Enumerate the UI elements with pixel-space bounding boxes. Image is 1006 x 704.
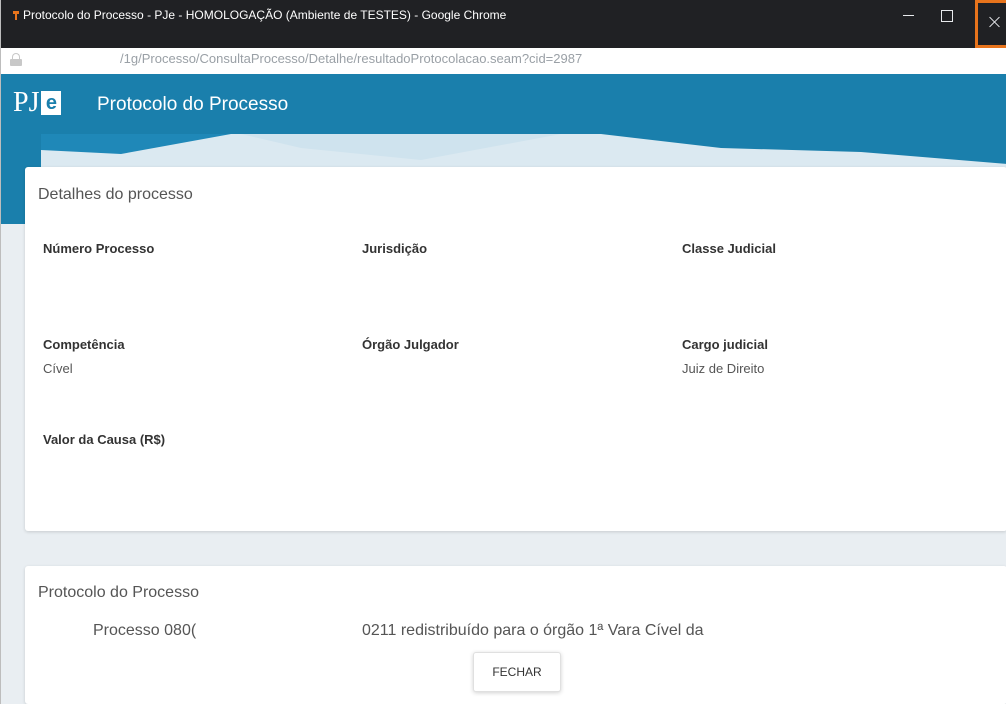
title-bar: Protocolo do Processo - PJe - HOMOLOGAÇÃ… (1, 0, 1006, 66)
field-value-competencia: Cível (43, 361, 73, 376)
logo-pj-text: PJ (13, 87, 40, 118)
protocol-title: Protocolo do Processo (38, 584, 199, 601)
app-header: PJ e Protocolo do Processo (1, 74, 1006, 134)
maximize-icon[interactable] (934, 4, 958, 26)
field-label-competencia: Competência (43, 337, 125, 352)
process-details-card (25, 167, 1006, 531)
field-label-orgao-julgador: Órgão Julgador (362, 337, 459, 352)
field-label-jurisdicao: Jurisdição (362, 241, 428, 256)
browser-window: Protocolo do Processo - PJe - HOMOLOGAÇÃ… (0, 0, 1006, 704)
close-button[interactable]: FECHAR (473, 652, 561, 692)
url-text[interactable]: stg.tjrj.pje.jus.br/1g/Processo/Consulta… (29, 51, 582, 66)
logo-e-text: e (41, 91, 62, 115)
protocol-message-end: 0211 redistribuído para o órgão 1ª Vara … (362, 622, 704, 639)
field-label-cargo-judicial: Cargo judicial (682, 337, 768, 352)
close-icon[interactable] (975, 0, 1006, 48)
minimize-icon[interactable] (897, 4, 921, 26)
window-title: Protocolo do Processo - PJe - HOMOLOGAÇÃ… (23, 8, 507, 22)
pje-logo[interactable]: PJ e (13, 87, 62, 118)
page-title: Protocolo do Processo (97, 94, 289, 115)
protocol-message-start: Processo 080( (93, 622, 197, 639)
field-value-cargo-judicial: Juiz de Direito (682, 361, 765, 376)
details-title: Detalhes do processo (38, 186, 193, 203)
url-path: /1g/Processo/ConsultaProcesso/Detalhe/re… (120, 51, 583, 66)
address-bar[interactable]: stg.tjrj.pje.jus.br/1g/Processo/Consulta… (1, 48, 975, 74)
lock-icon (10, 53, 22, 66)
field-label-numero-processo: Número Processo (43, 241, 155, 256)
field-label-classe-judicial: Classe Judicial (682, 241, 776, 256)
pje-favicon-icon (13, 11, 19, 20)
field-label-valor-causa: Valor da Causa (R$) (43, 432, 166, 447)
url-host: stg.tjrj.pje.jus.br (29, 51, 121, 66)
